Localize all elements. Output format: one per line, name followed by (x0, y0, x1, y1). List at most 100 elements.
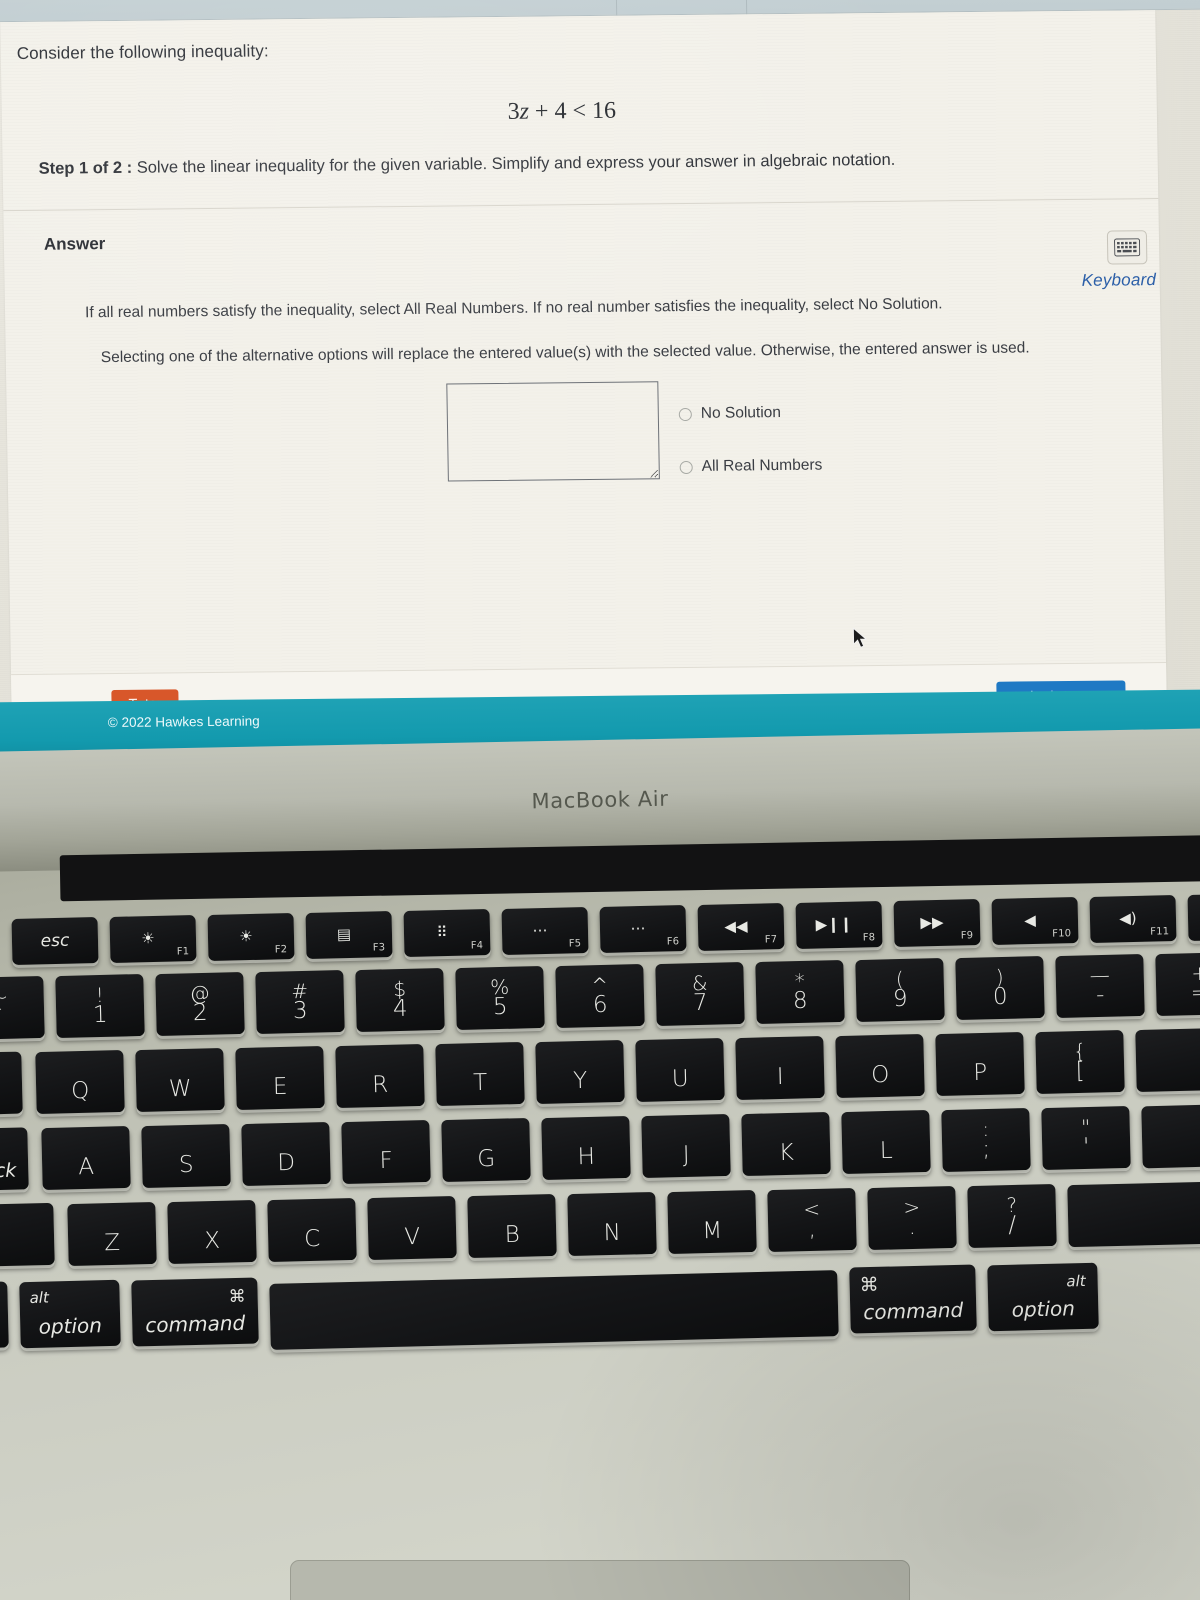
rewind-icon: ◀◀ (724, 916, 748, 936)
key-return-partial[interactable] (1141, 1103, 1200, 1169)
key-w[interactable]: W (135, 1047, 225, 1113)
key-v[interactable]: V (367, 1195, 457, 1261)
key-e-label: E (272, 1073, 288, 1101)
key-f1-brightness-down-icon[interactable]: ☀ F1 (109, 915, 197, 963)
key-c[interactable]: C (267, 1197, 357, 1263)
key-g[interactable]: G (441, 1117, 531, 1183)
key-f7-rewind[interactable]: ◀◀ F7 (697, 903, 785, 951)
key-option-right-label: option (1011, 1296, 1076, 1322)
key-3[interactable]: # 3 (255, 969, 345, 1035)
key-bracket-left[interactable]: { [ (1035, 1029, 1125, 1095)
key-8[interactable]: * 8 (755, 959, 845, 1025)
radio-all-real-numbers-icon[interactable] (679, 460, 693, 474)
key-y[interactable]: Y (535, 1039, 625, 1105)
key-space[interactable] (269, 1270, 839, 1350)
key-minus[interactable]: — - (1055, 953, 1145, 1019)
keyboard-backlight-down-icon: ⋯ (532, 921, 548, 940)
copyright-text: © 2022 Hawkes Learning (107, 713, 260, 731)
key-m[interactable]: M (667, 1189, 757, 1255)
key-b[interactable]: B (467, 1193, 557, 1259)
key-f9-fast-forward[interactable]: ▶▶ F9 (893, 899, 981, 947)
key-j[interactable]: J (641, 1113, 731, 1179)
key-e[interactable]: E (235, 1045, 325, 1111)
key-0[interactable]: ) 0 (955, 955, 1045, 1021)
keyboard-widget-label[interactable]: Keyboard (1082, 270, 1157, 291)
key-4[interactable]: $ 4 (355, 967, 445, 1033)
key-x[interactable]: X (167, 1199, 257, 1265)
key-h[interactable]: H (541, 1115, 631, 1181)
key-comma[interactable]: < , (767, 1187, 857, 1253)
key-z[interactable]: Z (67, 1201, 157, 1267)
key-f6-keyboard-backlight-up[interactable]: ⋯ F6 (599, 905, 687, 953)
option-no-solution[interactable]: No Solution (678, 404, 781, 423)
radio-no-solution-icon[interactable] (678, 407, 692, 421)
key-slash[interactable]: ? / (967, 1183, 1057, 1249)
key-option-left[interactable]: alt option (19, 1279, 121, 1349)
key-tab-partial[interactable] (0, 1051, 23, 1117)
key-x-label: X (204, 1227, 221, 1255)
key-k[interactable]: K (741, 1111, 831, 1177)
option-all-real-numbers[interactable]: All Real Numbers (679, 457, 823, 476)
key-f10-mute[interactable]: ◀ F10 (991, 897, 1079, 945)
key-a-label: A (78, 1153, 95, 1181)
key-equals[interactable]: + = (1155, 951, 1200, 1017)
key-f[interactable]: F (341, 1119, 431, 1185)
key-d[interactable]: D (241, 1121, 331, 1187)
key-shift-left[interactable] (0, 1202, 55, 1270)
key-t[interactable]: T (435, 1041, 525, 1107)
key-p[interactable]: P (935, 1031, 1025, 1097)
key-command-left[interactable]: ⌘ command (131, 1277, 259, 1347)
key-backtick[interactable]: ~ ` (0, 975, 45, 1041)
key-f3-mission-control[interactable]: ▤ F3 (305, 911, 393, 959)
key-f11-volume-down[interactable]: ◀) F11 (1089, 895, 1177, 943)
answer-input[interactable] (446, 381, 660, 482)
key-f6-label: F6 (666, 936, 680, 948)
key-l[interactable]: L (841, 1109, 931, 1175)
keyboard-icon[interactable] (1106, 230, 1148, 265)
key-9[interactable]: ( 9 (855, 957, 945, 1023)
key-o[interactable]: O (835, 1033, 925, 1099)
key-a[interactable]: A (41, 1125, 131, 1191)
key-5[interactable]: % 5 (455, 965, 545, 1031)
key-control[interactable]: trol (0, 1281, 9, 1351)
key-period[interactable]: > . (867, 1185, 957, 1251)
key-shift-right[interactable] (1067, 1180, 1200, 1248)
key-n-label: N (603, 1219, 622, 1247)
key-r[interactable]: R (335, 1043, 425, 1109)
key-quote-main: ' (1082, 1133, 1090, 1161)
section-divider (3, 198, 1159, 212)
key-semicolon-main: ; (982, 1135, 991, 1163)
key-u[interactable]: U (635, 1037, 725, 1103)
key-quote[interactable]: " ' (1041, 1105, 1131, 1171)
key-n[interactable]: N (567, 1191, 657, 1257)
key-i[interactable]: I (735, 1035, 825, 1101)
key-command-right[interactable]: ⌘ command (849, 1264, 977, 1334)
key-6[interactable]: ^ 6 (555, 963, 645, 1029)
key-s[interactable]: S (141, 1123, 231, 1189)
answer-heading: Answer (43, 234, 106, 254)
key-q[interactable]: Q (35, 1049, 125, 1115)
trackpad[interactable] (290, 1560, 910, 1600)
key-esc[interactable]: esc (11, 917, 99, 965)
key-2[interactable]: @ 2 (155, 971, 245, 1037)
key-bracket-right-partial[interactable] (1135, 1027, 1200, 1093)
math-expression: 3z + 4 < 16 (2, 92, 1122, 131)
command-symbol-right-icon: ⌘ (859, 1273, 879, 1297)
key-1[interactable]: ! 1 (55, 973, 145, 1039)
key-k-label: K (778, 1139, 795, 1167)
key-option-right[interactable]: alt option (987, 1262, 1099, 1332)
key-f12-volume-up[interactable]: ◀)) F12 (1187, 893, 1200, 941)
key-f5-keyboard-backlight-down[interactable]: ⋯ F5 (501, 907, 589, 955)
key-semicolon[interactable]: : ; (941, 1107, 1031, 1173)
question-card: Consider the following inequality: 3z + … (0, 10, 1168, 749)
key-g-label: G (476, 1145, 496, 1173)
key-f8-play-pause[interactable]: ▶❙❙ F8 (795, 901, 883, 949)
step-instruction: Step 1 of 2 : Solve the linear inequalit… (39, 151, 896, 179)
key-h-label: H (577, 1143, 596, 1171)
virtual-keyboard-widget[interactable]: Keyboard (1082, 230, 1200, 290)
key-7[interactable]: & 7 (655, 961, 745, 1027)
key-caps-lock-partial[interactable]: ck (0, 1127, 29, 1193)
key-f2-brightness-up-icon[interactable]: ☀ F2 (207, 913, 295, 961)
key-3-main: 3 (292, 997, 308, 1025)
key-f4-launchpad[interactable]: ⠿ F4 (403, 909, 491, 957)
